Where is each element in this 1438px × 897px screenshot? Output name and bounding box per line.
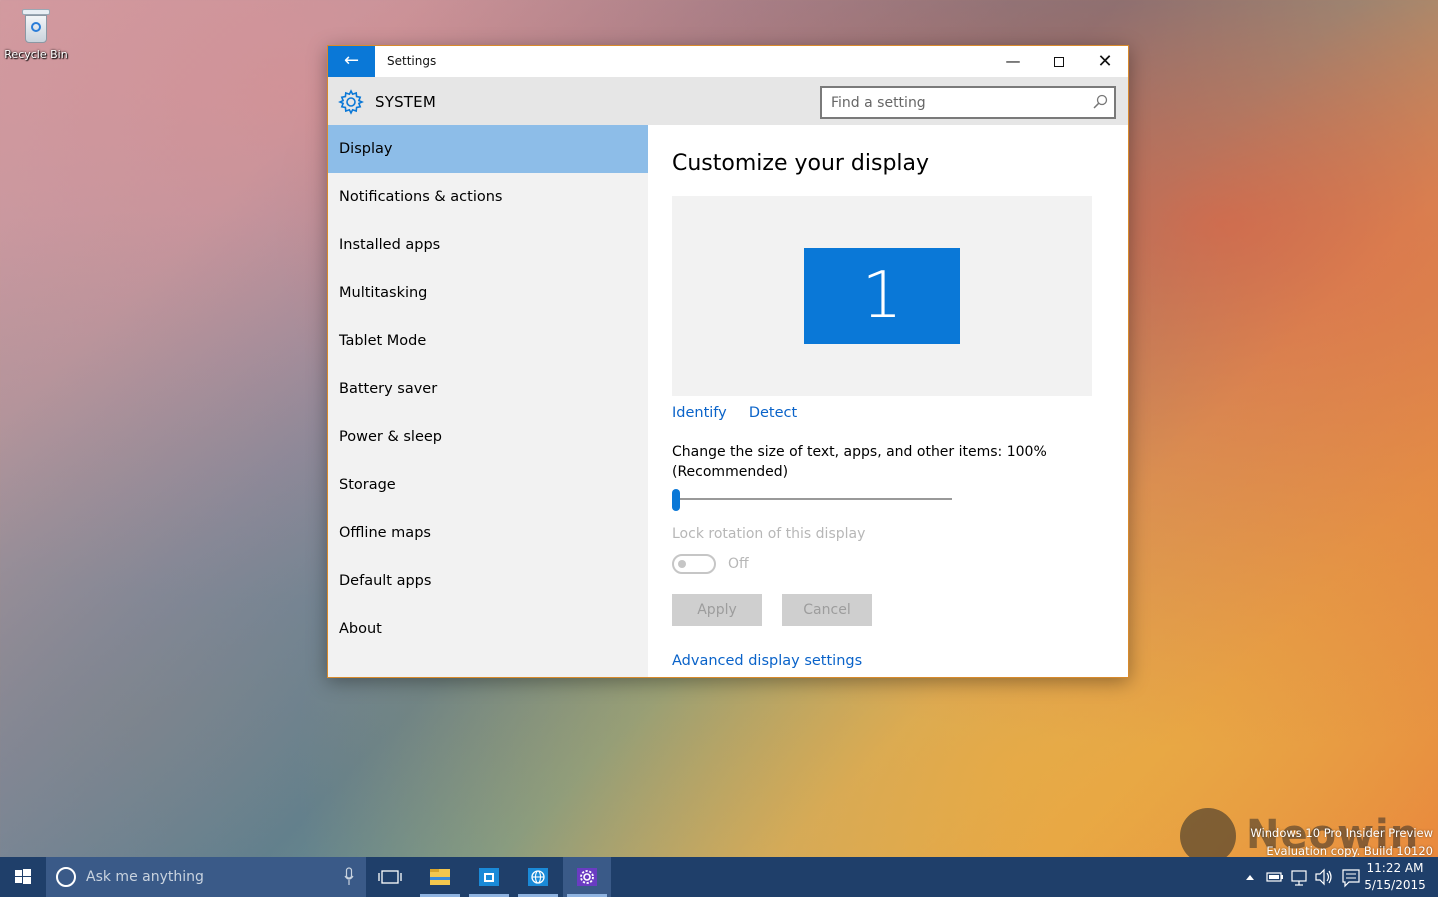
- taskbar-clock[interactable]: 11:22 AM 5/15/2015: [1362, 860, 1428, 894]
- advanced-display-settings-link[interactable]: Advanced display settings: [672, 653, 862, 669]
- build-watermark: Windows 10 Pro Insider Preview Evaluatio…: [1250, 824, 1433, 860]
- volume-tray-button[interactable]: [1313, 857, 1335, 897]
- close-button[interactable]: ✕: [1082, 46, 1128, 77]
- settings-header: SYSTEM: [328, 77, 1128, 125]
- window-title: Settings: [387, 54, 437, 68]
- microphone-icon[interactable]: [344, 867, 354, 887]
- maximize-icon: [1054, 56, 1064, 67]
- scale-label: Change the size of text, apps, and other…: [672, 444, 1047, 480]
- file-explorer-button[interactable]: [416, 857, 464, 897]
- recycle-bin-shortcut[interactable]: Recycle Bin: [4, 6, 68, 61]
- start-button[interactable]: [0, 857, 46, 897]
- minimize-icon: —: [1005, 52, 1021, 70]
- volume-icon: [1315, 868, 1332, 886]
- cortana-placeholder: Ask me anything: [86, 869, 204, 885]
- browser-button[interactable]: [514, 857, 562, 897]
- title-bar[interactable]: ← Settings — ✕: [328, 46, 1128, 77]
- monitor-tile[interactable]: 1: [804, 248, 960, 344]
- store-button[interactable]: [465, 857, 513, 897]
- file-explorer-icon: [430, 869, 450, 885]
- gear-icon: [338, 89, 364, 115]
- maximize-button[interactable]: [1036, 46, 1082, 77]
- search-icon[interactable]: [1092, 94, 1108, 110]
- recycle-bin-icon: [19, 6, 53, 46]
- task-view-icon: [378, 870, 402, 884]
- slider-track: [672, 498, 952, 500]
- sidebar-item-about[interactable]: About: [328, 605, 648, 653]
- sidebar-item-notifications[interactable]: Notifications & actions: [328, 173, 648, 221]
- clock-time: 11:22 AM: [1366, 861, 1424, 875]
- chevron-up-icon: [1246, 875, 1254, 880]
- action-center-button[interactable]: [1340, 857, 1362, 897]
- lock-rotation-toggle[interactable]: [672, 554, 716, 574]
- sidebar-item-tablet-mode[interactable]: Tablet Mode: [328, 317, 648, 365]
- cancel-button[interactable]: Cancel: [782, 594, 872, 626]
- network-tray-button[interactable]: [1289, 857, 1311, 897]
- watermark-line-1: Windows 10 Pro Insider Preview: [1250, 826, 1433, 840]
- sidebar-item-offline-maps[interactable]: Offline maps: [328, 509, 648, 557]
- monitor-arrangement-area: 1: [672, 196, 1092, 396]
- show-hidden-icons-button[interactable]: [1242, 857, 1258, 897]
- recycle-bin-label: Recycle Bin: [4, 48, 68, 61]
- back-button[interactable]: ←: [328, 46, 375, 77]
- find-setting-input[interactable]: [822, 88, 1082, 117]
- scale-slider[interactable]: [672, 489, 954, 511]
- battery-icon: [1266, 872, 1283, 882]
- settings-icon: [577, 868, 597, 886]
- settings-taskbar-button[interactable]: [563, 857, 611, 897]
- taskbar: Ask me anything 11:22 AM 5/15/2015: [0, 857, 1438, 897]
- sidebar: Display Notifications & actions Installe…: [328, 125, 648, 677]
- clock-date: 5/15/2015: [1364, 878, 1426, 892]
- store-icon: [479, 868, 499, 886]
- settings-body: Display Notifications & actions Installe…: [328, 125, 1128, 677]
- lock-rotation-state: Off: [728, 556, 749, 572]
- display-settings-pane: Customize your display 1 Identify Detect…: [648, 125, 1128, 677]
- windows-logo-icon: [15, 869, 31, 884]
- sidebar-item-installed-apps[interactable]: Installed apps: [328, 221, 648, 269]
- cortana-icon: [56, 867, 76, 887]
- browser-icon: [528, 868, 548, 886]
- find-setting-box[interactable]: [820, 86, 1116, 119]
- cortana-search-box[interactable]: Ask me anything: [46, 857, 366, 897]
- neowin-logo: [1180, 808, 1236, 864]
- arrow-left-icon: ←: [343, 50, 360, 71]
- lock-rotation-label: Lock rotation of this display: [672, 526, 866, 542]
- sidebar-item-storage[interactable]: Storage: [328, 461, 648, 509]
- identify-link[interactable]: Identify: [672, 405, 727, 421]
- action-center-icon: [1342, 869, 1360, 888]
- page-title: Customize your display: [672, 151, 930, 176]
- sidebar-item-display[interactable]: Display: [328, 125, 648, 173]
- close-icon: ✕: [1097, 51, 1113, 72]
- battery-tray-button[interactable]: [1264, 857, 1286, 897]
- network-icon: [1291, 870, 1307, 886]
- display-links: Identify Detect: [672, 402, 814, 421]
- slider-thumb[interactable]: [672, 489, 680, 511]
- toggle-knob: [678, 560, 686, 568]
- sidebar-item-default-apps[interactable]: Default apps: [328, 557, 648, 605]
- sidebar-item-battery-saver[interactable]: Battery saver: [328, 365, 648, 413]
- settings-window: ← Settings — ✕ SYSTEM Display Notificati…: [327, 45, 1129, 678]
- task-view-button[interactable]: [366, 857, 414, 897]
- section-title: SYSTEM: [375, 93, 436, 111]
- minimize-button[interactable]: —: [990, 46, 1036, 77]
- detect-link[interactable]: Detect: [749, 405, 797, 421]
- sidebar-item-multitasking[interactable]: Multitasking: [328, 269, 648, 317]
- sidebar-item-power-sleep[interactable]: Power & sleep: [328, 413, 648, 461]
- apply-button[interactable]: Apply: [672, 594, 762, 626]
